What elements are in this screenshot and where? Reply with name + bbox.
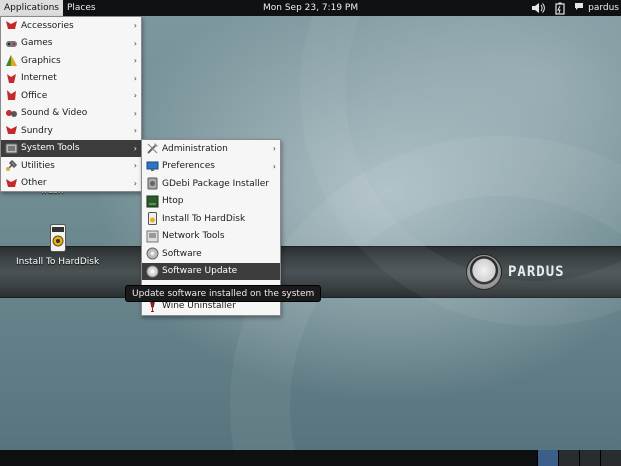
menu-item-sound-video[interactable]: Sound & Video › [1,105,141,123]
menu-item-accessories[interactable]: Accessories › [1,17,141,35]
workspace-2[interactable] [558,450,579,466]
menu-item-label: Htop [162,196,184,207]
menu-item-gdebi[interactable]: GDebi Package Installer [142,175,280,193]
applications-menu: Accessories › Games › Graphics › Interne… [0,16,142,192]
submenu-arrow-icon: › [272,144,276,153]
menu-item-label: Network Tools [162,231,225,242]
menu-item-label: GDebi Package Installer [162,178,270,189]
menu-item-office[interactable]: Office › [1,87,141,105]
menu-item-internet[interactable]: Internet › [1,70,141,88]
bottom-panel [0,450,621,466]
menu-item-label: Accessories [21,20,74,31]
installer-icon [49,224,66,255]
menu-item-label: Graphics [21,55,61,66]
tooltip: Update software installed on the system [125,285,322,302]
menu-item-label: Software [162,248,202,259]
menu-item-graphics[interactable]: Graphics › [1,52,141,70]
menu-item-games[interactable]: Games › [1,35,141,53]
sound-video-icon [4,106,18,120]
software-update-icon [145,264,159,278]
other-icon [4,176,18,190]
workspace-3[interactable] [579,450,600,466]
user-menu[interactable]: pardus [574,2,619,14]
accessories-icon [4,19,18,33]
submenu-arrow-icon: › [133,143,137,153]
internet-icon [4,71,18,85]
menu-item-label: Preferences [162,161,215,172]
workspace-4[interactable] [600,450,621,466]
desktop-icon-label: Install To HardDisk [16,257,100,267]
menu-item-label: Software Update [162,266,238,277]
power-status-icon[interactable] [552,1,568,15]
clock[interactable]: Mon Sep 23, 7:19 PM [263,0,358,16]
preferences-icon [145,159,159,173]
volume-icon[interactable] [530,1,546,15]
network-tools-icon [145,229,159,243]
menu-item-label: Office [21,90,48,101]
sundry-icon [4,124,18,138]
gdebi-icon [145,177,159,191]
menu-item-network-tools[interactable]: Network Tools [142,228,280,246]
menu-item-label: Sound & Video [21,108,88,119]
user-name: pardus [588,3,619,13]
menu-item-htop[interactable]: Htop [142,193,280,211]
pardus-brand-text: PARDUS [508,264,565,280]
utilities-icon [4,159,18,173]
menu-item-label: Games [21,38,53,49]
menu-item-preferences[interactable]: Preferences › [142,158,280,176]
graphics-icon [4,54,18,68]
menu-item-label: Administration [162,143,228,154]
menu-item-software-update[interactable]: Software Update [142,262,280,280]
menu-item-label: Other [21,178,47,189]
submenu-arrow-icon: › [133,56,137,65]
top-panel: Applications Places Mon Sep 23, 7:19 PM … [0,0,621,16]
system-tools-icon [4,141,18,155]
htop-icon [145,194,159,208]
submenu-arrow-icon: › [133,91,137,100]
installer-icon [145,212,159,226]
menu-item-label: System Tools [21,143,80,154]
menu-item-label: Utilities [21,160,55,171]
menu-item-administration[interactable]: Administration › [142,140,280,158]
submenu-arrow-icon: › [133,126,137,135]
desktop-icon-install-to-harddisk[interactable]: Install To HardDisk [16,224,99,267]
submenu-arrow-icon: › [133,21,137,30]
applications-menu-button[interactable]: Applications [0,0,63,16]
menu-item-utilities[interactable]: Utilities › [1,157,141,175]
menu-item-install-to-harddisk[interactable]: Install To HardDisk [142,210,280,228]
submenu-arrow-icon: › [272,161,276,171]
system-tray: pardus [530,0,619,16]
submenu-arrow-icon: › [133,161,137,170]
pardus-logo: PARDUS [466,254,566,290]
office-icon [4,89,18,103]
menu-item-label: Internet [21,73,57,84]
workspace-switcher [537,450,621,466]
submenu-arrow-icon: › [133,108,137,118]
submenu-arrow-icon: › [133,73,137,83]
menu-item-label: Sundry [21,125,53,136]
software-icon [145,247,159,261]
workspace-1[interactable] [537,450,558,466]
administration-icon [145,142,159,156]
menu-item-label: Install To HardDisk [162,213,246,224]
menu-item-software[interactable]: Software [142,245,280,263]
submenu-arrow-icon: › [133,178,137,188]
games-icon [4,36,18,50]
pardus-emblem-icon [466,254,502,290]
places-menu-button[interactable]: Places [63,0,100,16]
submenu-arrow-icon: › [133,38,137,48]
chat-bubble-icon [574,2,584,14]
menu-item-sundry[interactable]: Sundry › [1,122,141,140]
menu-item-other[interactable]: Other › [1,175,141,193]
menu-item-system-tools[interactable]: System Tools › [1,139,141,157]
